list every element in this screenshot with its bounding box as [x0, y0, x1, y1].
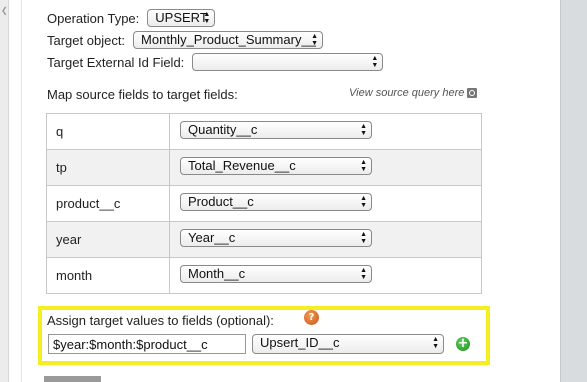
operation-type-label: Operation Type:: [47, 10, 140, 26]
view-source-query-text: View source query here: [349, 87, 465, 99]
left-collapse-strip[interactable]: ❮: [0, 0, 9, 382]
assign-field-select[interactable]: Upsert_ID__c ▲ ▼: [252, 334, 444, 354]
table-row: month Month__c ▲ ▼: [46, 257, 482, 294]
select-arrows-icon: ▲ ▼: [360, 267, 367, 281]
target-field-value: Quantity__c: [188, 122, 258, 137]
target-object-row: Target object: Monthly_Product_Summary__…: [47, 31, 324, 49]
help-icon[interactable]: ?: [304, 310, 319, 325]
target-object-value: Monthly_Product_Summary__: [141, 32, 316, 47]
operation-type-value: UPSERT: [155, 10, 208, 25]
target-field-select[interactable]: Product__c ▲ ▼: [180, 193, 372, 211]
assign-values-label: Assign target values to fields (optional…: [47, 313, 274, 328]
target-field-value: Year__c: [188, 230, 236, 245]
select-arrows-icon: ▲ ▼: [203, 11, 211, 25]
target-field-select[interactable]: Year__c ▲ ▼: [180, 229, 372, 247]
bottom-button-edge[interactable]: [44, 376, 101, 382]
mapping-heading-row: Map source fields to target fields:: [47, 87, 238, 102]
target-field-value: Product__c: [188, 194, 254, 209]
table-row: product__c Product__c ▲ ▼: [46, 185, 482, 222]
assign-value-input[interactable]: [48, 334, 246, 354]
target-field-select[interactable]: Total_Revenue__c ▲ ▼: [180, 157, 372, 175]
target-field-value: Total_Revenue__c: [188, 158, 296, 173]
add-icon[interactable]: +: [456, 337, 470, 351]
operation-type-select[interactable]: UPSERT ▲ ▼: [147, 9, 216, 27]
target-field-select[interactable]: Quantity__c ▲ ▼: [180, 121, 372, 139]
target-field-cell: Product__c ▲ ▼: [169, 185, 482, 222]
chevron-left-icon[interactable]: ❮: [1, 6, 8, 15]
select-arrows-icon: ▲ ▼: [360, 159, 367, 173]
target-external-id-row: Target External Id Field: ▲ ▼: [47, 53, 384, 71]
target-external-id-select[interactable]: ▲ ▼: [192, 53, 384, 71]
select-arrows-icon: ▲ ▼: [311, 33, 319, 47]
target-object-select[interactable]: Monthly_Product_Summary__ ▲ ▼: [133, 31, 324, 49]
select-arrows-icon: ▲ ▼: [360, 123, 367, 137]
table-row: q Quantity__c ▲ ▼: [46, 113, 482, 150]
right-scroll-panel[interactable]: [560, 0, 587, 382]
content-left-border: [21, 0, 22, 382]
target-external-id-label: Target External Id Field:: [47, 54, 185, 70]
target-field-value: Month__c: [188, 266, 246, 281]
target-field-cell: Total_Revenue__c ▲ ▼: [169, 149, 482, 186]
target-field-cell: Quantity__c ▲ ▼: [169, 113, 482, 150]
search-icon[interactable]: [467, 88, 478, 98]
source-field-cell: month: [46, 257, 170, 294]
select-arrows-icon: ▲ ▼: [360, 231, 367, 245]
target-object-label: Target object:: [47, 32, 126, 48]
target-field-cell: Month__c ▲ ▼: [169, 257, 482, 294]
target-field-select[interactable]: Month__c ▲ ▼: [180, 265, 372, 283]
view-source-query-link[interactable]: View source query here: [349, 87, 478, 99]
assign-field-value: Upsert_ID__c: [260, 335, 340, 350]
table-row: tp Total_Revenue__c ▲ ▼: [46, 149, 482, 186]
mapping-heading: Map source fields to target fields:: [47, 87, 238, 102]
table-row: year Year__c ▲ ▼: [46, 221, 482, 258]
source-field-cell: product__c: [46, 185, 170, 222]
source-field-cell: tp: [46, 149, 170, 186]
select-arrows-icon: ▲ ▼: [371, 55, 379, 69]
target-field-cell: Year__c ▲ ▼: [169, 221, 482, 258]
operation-type-row: Operation Type: UPSERT ▲ ▼: [47, 9, 216, 27]
field-mapping-table: q Quantity__c ▲ ▼ tp Total_Revenue__c ▲ ▼ …: [46, 113, 482, 294]
select-arrows-icon: ▲ ▼: [360, 195, 367, 209]
source-field-cell: q: [46, 113, 170, 150]
source-field-cell: year: [46, 221, 170, 258]
select-arrows-icon: ▲ ▼: [432, 336, 439, 350]
